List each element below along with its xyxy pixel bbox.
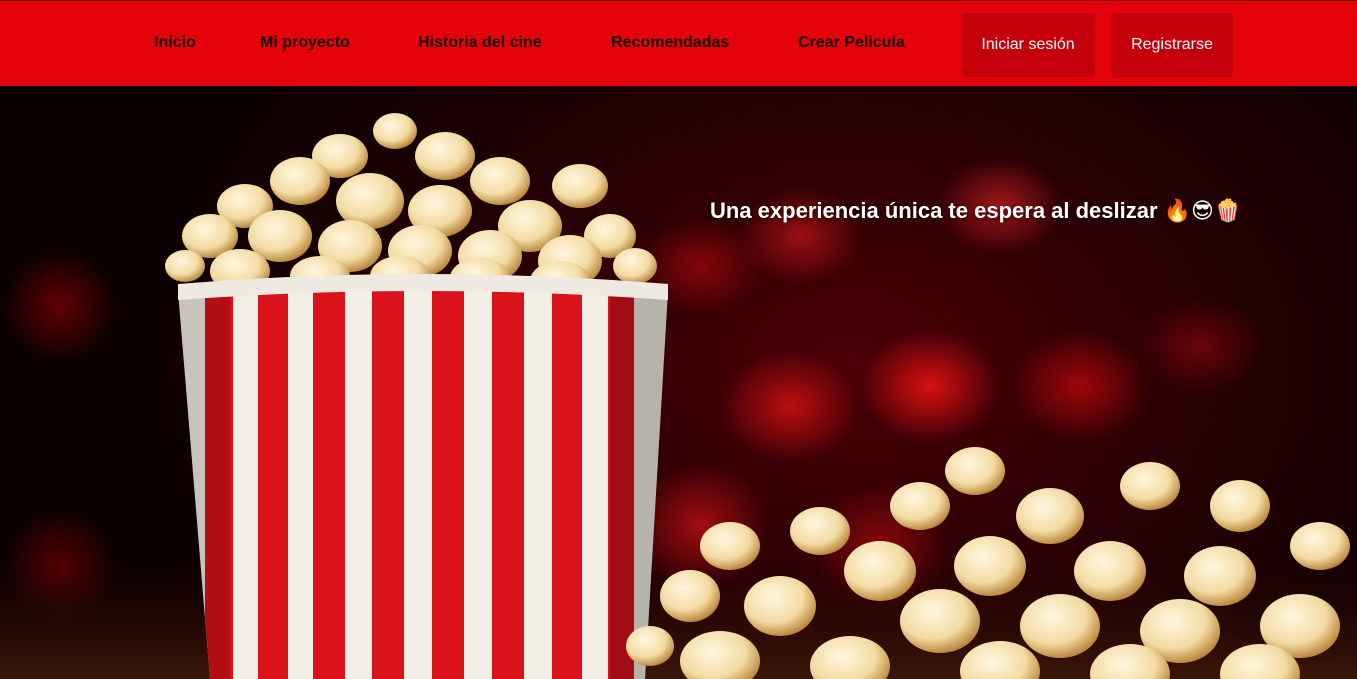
nav-link-recomendadas[interactable]: Recomendadas	[611, 34, 729, 52]
nav-link-mi-proyecto[interactable]: Mi proyecto	[260, 34, 350, 52]
top-navigation-bar: Inicio Mi proyecto Historia del cine Rec…	[0, 0, 1357, 86]
register-button[interactable]: Registrarse	[1111, 13, 1233, 77]
popcorn-top-pile	[165, 113, 657, 301]
nav-link-inicio[interactable]: Inicio	[154, 34, 196, 52]
hero-caption: Una experiencia única te espera al desli…	[710, 198, 1242, 223]
nav-link-crear-pelicula[interactable]: Crear Pelicula	[798, 34, 905, 52]
popcorn-bucket	[178, 291, 668, 679]
hero-banner: Una experiencia única te espera al desli…	[0, 86, 1357, 679]
nav-link-historia-del-cine[interactable]: Historia del cine	[418, 34, 542, 52]
popcorn-bucket-cinema-image	[0, 113, 1357, 679]
login-button[interactable]: Iniciar sesión	[961, 13, 1095, 77]
